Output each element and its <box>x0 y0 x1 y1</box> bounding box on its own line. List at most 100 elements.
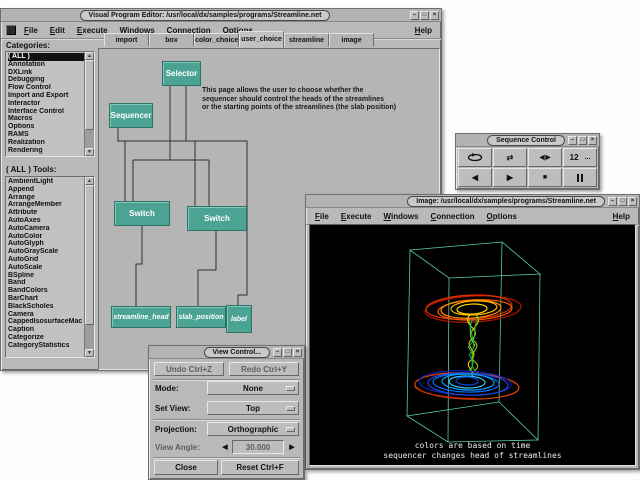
image-titlebar[interactable]: Image: /usr/local/dx/samples/programs/St… <box>306 195 639 208</box>
image-render-area[interactable]: colors are based on time sequencer chang… <box>309 224 636 466</box>
menu-item[interactable]: Options <box>481 212 523 221</box>
stop-button[interactable]: ■ <box>528 168 562 187</box>
tool-item[interactable]: AutoGlyph <box>8 240 84 248</box>
minimize-icon[interactable]: – <box>273 348 282 357</box>
close-button[interactable]: Close <box>154 460 218 475</box>
page-tab[interactable]: color_choice <box>194 33 239 47</box>
minimize-icon[interactable]: – <box>410 11 419 20</box>
tool-item[interactable]: Append <box>8 186 84 194</box>
category-item[interactable]: Macros <box>8 115 84 123</box>
palindrome-button[interactable]: ⇄ <box>493 148 527 167</box>
tool-item[interactable]: AutoGrayScale <box>8 248 84 256</box>
tool-item[interactable]: AutoCamera <box>8 225 84 233</box>
maximize-icon[interactable]: □ <box>618 197 627 206</box>
tool-item[interactable]: AutoScale <box>8 264 84 272</box>
loop-button[interactable] <box>458 148 492 167</box>
category-item[interactable]: Interactor <box>8 100 84 108</box>
page-tab[interactable]: streamline <box>284 33 329 47</box>
category-item[interactable]: RAMS <box>8 131 84 139</box>
menu-item[interactable]: File <box>309 212 335 221</box>
menu-item-help[interactable]: Help <box>607 212 636 221</box>
tool-item[interactable]: BarChart <box>8 295 84 303</box>
menu-item-help[interactable]: Help <box>409 26 438 35</box>
tool-item[interactable]: CategoryStatistics <box>8 342 84 350</box>
sequence-control-titlebar[interactable]: Sequence Control – □ × <box>456 134 599 147</box>
vpe-titlebar[interactable]: Visual Program Editor: /usr/local/dx/sam… <box>1 9 441 22</box>
tool-item[interactable]: CappedIsosurfaceMac <box>8 318 84 326</box>
tool-item[interactable]: Categorize <box>8 334 84 342</box>
tool-item[interactable]: Band <box>8 279 84 287</box>
node-selector[interactable]: Selector <box>162 61 201 86</box>
category-item[interactable]: DXLink <box>8 69 84 77</box>
tool-item[interactable]: AmbientLight <box>8 178 84 186</box>
menu-item[interactable]: Windows <box>378 212 425 221</box>
tool-item[interactable]: BlackScholes <box>8 303 84 311</box>
tool-item[interactable]: AutoGrid <box>8 256 84 264</box>
node-label[interactable]: label <box>226 305 252 333</box>
projection-option-menu[interactable]: Orthographic <box>207 422 299 436</box>
step-back-button[interactable]: ◀ <box>458 168 492 187</box>
close-icon[interactable]: × <box>430 11 439 20</box>
categories-list[interactable]: ( ALL )AnnotationDXLinkDebuggingFlow Con… <box>5 51 95 157</box>
tool-item[interactable]: AutoAxes <box>8 217 84 225</box>
set-view-option-menu[interactable]: Top <box>207 401 299 415</box>
step-button[interactable]: ◀|▶ <box>528 148 562 167</box>
maximize-icon[interactable]: □ <box>420 11 429 20</box>
page-tab[interactable]: image <box>329 33 374 47</box>
maximize-icon[interactable]: □ <box>283 348 292 357</box>
menu-item[interactable]: Edit <box>44 26 71 35</box>
menu-item[interactable]: File <box>18 26 44 35</box>
menu-item[interactable]: Execute <box>335 212 378 221</box>
tool-item[interactable]: Arrange <box>8 194 84 202</box>
reset-button[interactable]: Reset Ctrl+F <box>221 460 299 475</box>
node-switch-2[interactable]: Switch <box>187 206 247 231</box>
scroll-thumb[interactable] <box>85 60 94 130</box>
tool-item[interactable]: Camera <box>8 311 84 319</box>
frame-count-button[interactable]: 12 ... <box>563 148 597 167</box>
scroll-down-icon[interactable]: ▼ <box>85 148 94 156</box>
category-item[interactable]: Interface Control <box>8 108 84 116</box>
category-item[interactable]: Debugging <box>8 76 84 84</box>
page-tab[interactable]: user_choice <box>239 31 284 48</box>
menu-item[interactable]: Connection <box>425 212 481 221</box>
category-item[interactable]: Rendering <box>8 147 84 155</box>
category-item[interactable]: ( ALL ) <box>8 53 84 61</box>
tool-item[interactable]: Caption <box>8 326 84 334</box>
category-item[interactable]: Realization <box>8 139 84 147</box>
node-sequencer[interactable]: Sequencer <box>109 103 153 128</box>
tool-item[interactable]: BSpline <box>8 272 84 280</box>
tool-item[interactable]: ArrangeMember <box>8 201 84 209</box>
category-item[interactable]: Import and Export <box>8 92 84 100</box>
play-button[interactable]: ▶ <box>493 168 527 187</box>
page-tab[interactable]: import <box>104 33 149 47</box>
categories-scrollbar[interactable]: ▲ ▼ <box>84 52 94 156</box>
minimize-icon[interactable]: – <box>568 136 577 145</box>
view-angle-field[interactable]: 30.000 <box>232 440 284 454</box>
tool-item[interactable]: AutoColor <box>8 233 84 241</box>
tool-item[interactable]: Attribute <box>8 209 84 217</box>
page-tab[interactable]: box <box>149 33 194 47</box>
pause-button[interactable] <box>563 168 597 187</box>
scroll-down-icon[interactable]: ▼ <box>85 349 94 357</box>
tools-scrollbar[interactable]: ▲ ▼ <box>84 177 94 357</box>
angle-increase-button[interactable]: ▶ <box>286 440 298 454</box>
scroll-up-icon[interactable]: ▲ <box>85 177 94 185</box>
scroll-thumb[interactable] <box>85 185 94 325</box>
mode-option-menu[interactable]: None <box>207 381 299 395</box>
redo-button[interactable]: Redo Ctrl+Y <box>229 362 299 376</box>
close-icon[interactable]: × <box>628 197 637 206</box>
undo-button[interactable]: Undo Ctrl+Z <box>154 362 224 376</box>
angle-decrease-button[interactable]: ◀ <box>219 440 231 454</box>
maximize-icon[interactable]: □ <box>578 136 587 145</box>
category-item[interactable]: Flow Control <box>8 84 84 92</box>
minimize-icon[interactable]: – <box>608 197 617 206</box>
close-icon[interactable]: × <box>588 136 597 145</box>
category-item[interactable]: Options <box>8 123 84 131</box>
node-streamline-head[interactable]: streamline_head <box>111 306 171 328</box>
category-item[interactable]: Annotation <box>8 61 84 69</box>
node-switch-1[interactable]: Switch <box>114 201 170 226</box>
close-icon[interactable]: × <box>293 348 302 357</box>
tool-item[interactable]: BandColors <box>8 287 84 295</box>
tools-list[interactable]: AmbientLightAppendArrangeArrangeMemberAt… <box>5 176 95 358</box>
scroll-up-icon[interactable]: ▲ <box>85 52 94 60</box>
